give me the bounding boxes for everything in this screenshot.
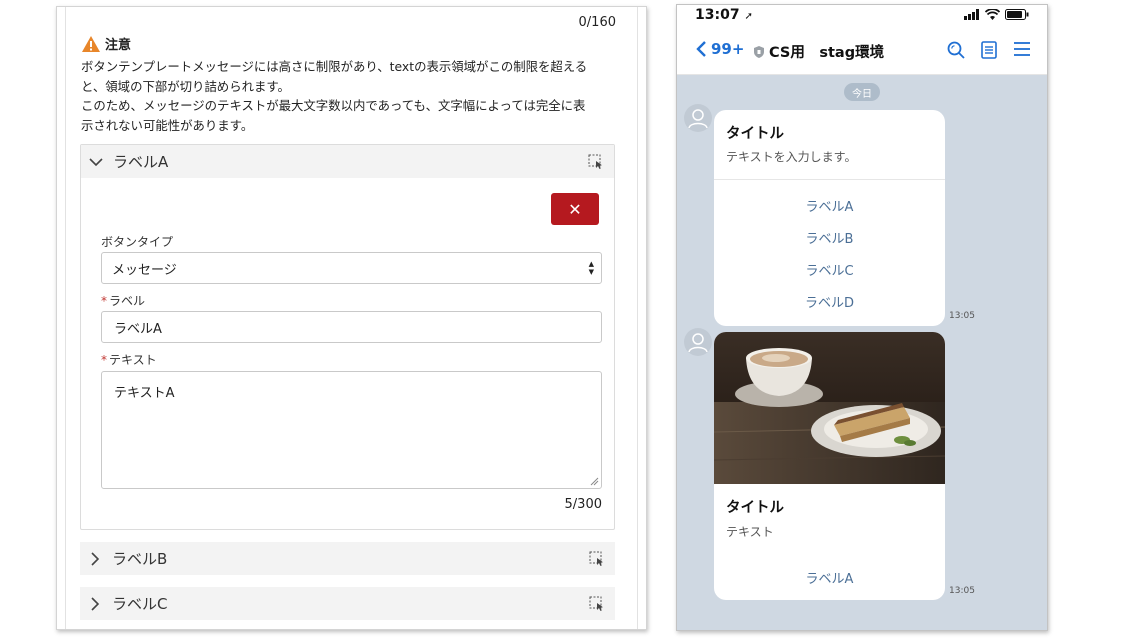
message-action-button[interactable]: ラベルB [714,228,945,247]
notice-line: と、領域の下部が切り詰められます。 [81,78,290,94]
drag-handle-icon[interactable] [589,596,605,612]
date-separator: 今日 [844,83,880,101]
notice-header: 注意 [81,34,131,53]
shield-icon [754,45,764,58]
select-arrows-icon: ▲ ▼ [588,260,594,276]
nav-icons [947,41,1031,59]
default-avatar-icon [688,333,708,353]
back-button[interactable]: 99+ [695,40,744,58]
template-message-bubble: タイトル テキストを入力します。 ラベルA ラベルB ラベルC ラベルD [714,110,945,326]
panel-border-right [637,7,638,629]
action-header-label: ラベルA [113,153,169,171]
avatar[interactable] [684,104,712,132]
notes-icon[interactable] [981,41,997,59]
text-char-counter: 5/300 [564,497,602,512]
resize-grip-icon[interactable] [590,477,599,486]
action-header-a[interactable]: ラベルA [81,145,614,178]
title-char-counter: 0/160 [578,15,616,30]
message-text: テキスト [726,525,774,539]
notice-body: ボタンテンプレートメッセージには高さに制限があり、textの表示領域がこの制限を… [81,57,621,135]
message-timestamp: 13:05 [949,586,975,596]
action-header-label: ラベルB [112,550,168,568]
drag-handle-icon[interactable] [588,154,604,170]
message-action-button[interactable]: ラベルA [714,568,945,587]
message-action-button[interactable]: ラベルD [714,292,945,311]
unread-count: 99+ [711,40,745,58]
notice-line: このため、メッセージのテキストが最大文字数以内であっても、文字幅によっては完全に… [81,98,586,113]
label-field-label: * ラベル [101,294,146,308]
status-time: 13:07 ➚ [695,7,753,23]
action-header-c[interactable]: ラベルC [80,587,615,620]
divider [714,179,945,180]
close-icon: ✕ [568,199,582,219]
location-arrow-icon: ➚ [744,11,753,22]
template-editor-panel: 0/160 注意 ボタンテンプレートメッセージには高さに制限があり、textの表… [56,6,647,630]
message-timestamp: 13:05 [949,311,975,321]
button-type-value: メッセージ [112,262,177,278]
chevron-right-icon[interactable] [88,551,102,566]
notice-title: 注意 [105,38,132,53]
default-avatar-icon [688,109,708,129]
text-field-label: * テキスト [101,353,157,367]
chat-nav-bar: 99+ CS用 stag環境 [677,27,1047,75]
action-panel-a: ラベルA ✕ ボタンタイプ メッセージ ▲ ▼ * ラベル ラベルA * テキスト テ… [80,144,615,530]
status-bar: 13:07 ➚ [677,5,1047,27]
chat-title: CS用 stag環境 [753,41,884,62]
image-template-message-bubble: タイトル テキスト ラベルA [714,332,945,600]
message-title: タイトル [726,126,784,142]
button-type-select[interactable]: メッセージ ▲ ▼ [101,252,602,284]
status-icons [964,9,1029,20]
notice-line: ボタンテンプレートメッセージには高さに制限があり、textの表示領域がこの制限を… [81,59,588,74]
search-icon[interactable] [947,41,965,59]
menu-icon[interactable] [1013,41,1031,57]
avatar[interactable] [684,328,712,356]
chevron-right-icon[interactable] [88,596,102,611]
text-textarea[interactable]: テキストA [101,371,602,489]
label-input[interactable]: ラベルA [101,311,602,343]
message-title: タイトル [726,500,784,516]
text-textarea-value: テキストA [114,386,175,401]
required-mark: * [101,353,107,367]
message-thumbnail-image[interactable] [714,332,945,484]
panel-border-left [65,7,66,629]
message-action-button[interactable]: ラベルC [714,260,945,279]
drag-handle-icon[interactable] [589,551,605,567]
button-type-label: ボタンタイプ [101,235,174,249]
warning-icon [82,35,100,52]
message-text: テキストを入力します。 [726,150,857,164]
phone-preview: 13:07 ➚ 99+ CS用 stag環境 今日 タイトル テキストを入力しま… [676,4,1048,631]
action-header-label: ラベルC [112,595,168,613]
wifi-icon [985,9,1000,20]
notice-line: 示されない可能性があります。 [81,117,254,133]
label-input-value: ラベルA [114,321,162,337]
chat-title-text: CS用 stag環境 [769,45,885,61]
signal-icon [964,9,979,20]
action-header-b[interactable]: ラベルB [80,542,615,575]
back-chevron-icon [696,41,706,57]
chevron-down-icon[interactable] [89,157,103,167]
message-action-button[interactable]: ラベルA [714,196,945,215]
delete-action-button[interactable]: ✕ [551,193,599,225]
required-mark: * [101,294,107,308]
battery-icon [1005,9,1029,20]
